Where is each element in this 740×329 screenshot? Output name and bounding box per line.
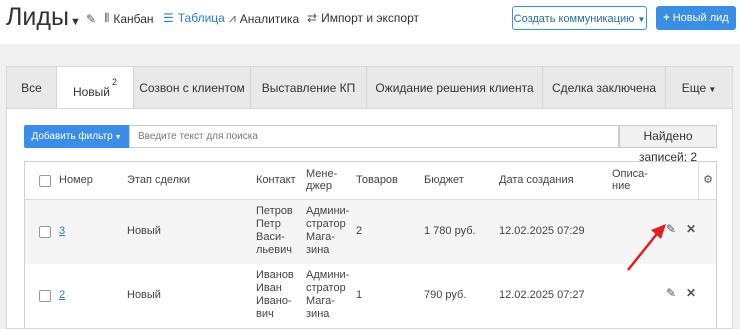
- gear-icon[interactable]: ⚙: [698, 162, 717, 199]
- header-budget[interactable]: Бюджет: [424, 174, 464, 186]
- contact-cell: Иванов Иван Ивано- вич: [256, 269, 294, 321]
- manager-line: Админи-: [306, 269, 350, 281]
- tab-deal-closed[interactable]: Сделка заключена: [543, 67, 666, 110]
- manager-cell: Админи- стратор Мага- зина: [306, 269, 349, 321]
- view-kanban-label: Канбан: [113, 11, 154, 26]
- contact-cell: Петров Петр Васи- льевич: [256, 205, 293, 257]
- tab-proposal-label: Выставление КП: [261, 81, 356, 95]
- title-dropdown-icon[interactable]: ▼: [70, 16, 81, 28]
- new-lead-label: Новый лид: [672, 12, 729, 24]
- view-import-export-label: Импорт и экспорт: [321, 11, 419, 25]
- chevron-down-icon: ▼: [637, 15, 646, 24]
- view-table[interactable]: ☰ Таблица: [163, 11, 225, 25]
- edit-icon[interactable]: ✎: [666, 286, 676, 300]
- contact-line: вич: [256, 308, 274, 320]
- manager-line: Мага-: [306, 295, 335, 307]
- tab-new-label: Новый: [72, 85, 111, 99]
- manager-cell: Админи- стратор Мага- зина: [306, 205, 349, 257]
- created-cell: 12.02.2025 07:27: [499, 289, 585, 301]
- page-title: Лиды: [6, 3, 69, 31]
- contact-line: Петр: [256, 218, 281, 230]
- header-number[interactable]: Номер: [59, 174, 93, 186]
- chevron-down-icon: ▼: [706, 85, 717, 94]
- tab-awaiting-decision-label: Ожидание решения клиента: [375, 81, 534, 95]
- manager-line: зина: [306, 244, 330, 256]
- header-stage[interactable]: Этап сделки: [127, 174, 190, 186]
- header-created[interactable]: Дата создания: [499, 174, 574, 186]
- search-placeholder: Введите текст для поиска: [138, 131, 258, 142]
- filter-bar: Добавить фильтр ▼ Введите текст для поис…: [24, 125, 717, 164]
- contact-line: Петров: [256, 205, 293, 217]
- delete-icon[interactable]: ✕: [686, 222, 696, 236]
- manager-line: зина: [306, 308, 330, 320]
- kanban-icon: ⦀: [104, 11, 110, 25]
- select-all-checkbox[interactable]: [39, 175, 51, 187]
- chevron-down-icon: ▼: [112, 134, 122, 141]
- budget-cell: 1 780 руб.: [424, 225, 476, 237]
- stage-tabs: Все Новый2 Созвон с клиентом Выставление…: [6, 66, 733, 111]
- annotation-arrow: [627, 224, 666, 271]
- lead-number-link[interactable]: 3: [59, 225, 65, 238]
- new-lead-button[interactable]: + Новый лид: [656, 6, 736, 30]
- leads-table: Номер Этап сделки Контакт Мене- джер Тов…: [24, 161, 717, 329]
- annotation-arrow-line: [627, 229, 661, 271]
- tab-more-label: Еще: [681, 81, 707, 95]
- contact-line: Васи-: [256, 231, 285, 243]
- contact-line: Иван: [256, 282, 282, 294]
- import-export-icon: ⇄: [307, 11, 318, 25]
- tab-new[interactable]: Новый2: [57, 67, 134, 111]
- records-found: Найдено записей: 2: [619, 125, 717, 164]
- tab-new-badge: 2: [112, 77, 118, 87]
- manager-line: стратор: [306, 218, 346, 230]
- goods-cell: 1: [356, 289, 363, 301]
- header-contact[interactable]: Контакт: [256, 174, 296, 186]
- lead-number-link[interactable]: 2: [59, 289, 65, 302]
- row-checkbox[interactable]: [39, 290, 51, 302]
- tab-all[interactable]: Все: [7, 67, 57, 110]
- tab-proposal[interactable]: Выставление КП: [251, 67, 367, 110]
- view-kanban[interactable]: ✎ ⦀ Канбан: [86, 11, 154, 26]
- view-table-label: Таблица: [177, 11, 225, 25]
- goods-cell: 2: [356, 225, 363, 237]
- tab-deal-closed-label: Сделка заключена: [552, 81, 656, 95]
- search-input[interactable]: Введите текст для поиска: [129, 125, 619, 148]
- header-manager[interactable]: Мене- джер: [306, 168, 342, 192]
- manager-line: Админи-: [306, 205, 350, 217]
- tab-call-client[interactable]: Созвон с клиентом: [134, 67, 251, 110]
- create-communication-label: Создать коммуникацию: [513, 13, 635, 25]
- create-communication-button[interactable]: Создать коммуникацию ▼: [512, 6, 647, 30]
- top-bar: Лиды ▼ ✎ ⦀ Канбан ☰ Таблица ⩘ Аналитика …: [0, 0, 740, 44]
- contact-line: Ивано-: [256, 295, 292, 307]
- chart-line-icon: ⩘: [229, 11, 236, 25]
- pencil-icon[interactable]: ✎: [86, 12, 96, 26]
- contact-line: льевич: [256, 244, 292, 256]
- header-goods[interactable]: Товаров: [356, 174, 398, 186]
- manager-line: стратор: [306, 282, 346, 294]
- delete-icon[interactable]: ✕: [686, 286, 696, 300]
- view-import-export[interactable]: ⇄ Импорт и экспорт: [307, 11, 419, 25]
- plus-icon: +: [663, 12, 673, 24]
- add-filter-button[interactable]: Добавить фильтр ▼: [24, 125, 129, 148]
- budget-cell: 790 руб.: [424, 289, 467, 301]
- view-analytics[interactable]: ⩘ Аналитика: [229, 11, 299, 26]
- table-header: Номер Этап сделки Контакт Мене- джер Тов…: [25, 162, 716, 200]
- list-icon: ☰: [163, 11, 174, 25]
- tab-call-client-label: Созвон с клиентом: [139, 81, 245, 95]
- stage-cell: Новый: [127, 225, 161, 237]
- header-description[interactable]: Описа- ние: [612, 168, 648, 192]
- tab-all-label: Все: [21, 81, 42, 95]
- add-filter-label: Добавить фильтр: [31, 131, 113, 142]
- row-checkbox[interactable]: [39, 226, 51, 238]
- table-row[interactable]: 2 Новый Иванов Иван Ивано- вич Админи- с…: [25, 264, 716, 328]
- stage-cell: Новый: [127, 289, 161, 301]
- contact-line: Иванов: [256, 269, 294, 281]
- tab-awaiting-decision[interactable]: Ожидание решения клиента: [367, 67, 543, 110]
- tab-more[interactable]: Еще ▼: [666, 67, 732, 110]
- created-cell: 12.02.2025 07:29: [499, 225, 585, 237]
- table-row[interactable]: 3 Новый Петров Петр Васи- льевич Админи-…: [25, 200, 716, 264]
- manager-line: Мага-: [306, 231, 335, 243]
- view-analytics-label: Аналитика: [239, 11, 300, 26]
